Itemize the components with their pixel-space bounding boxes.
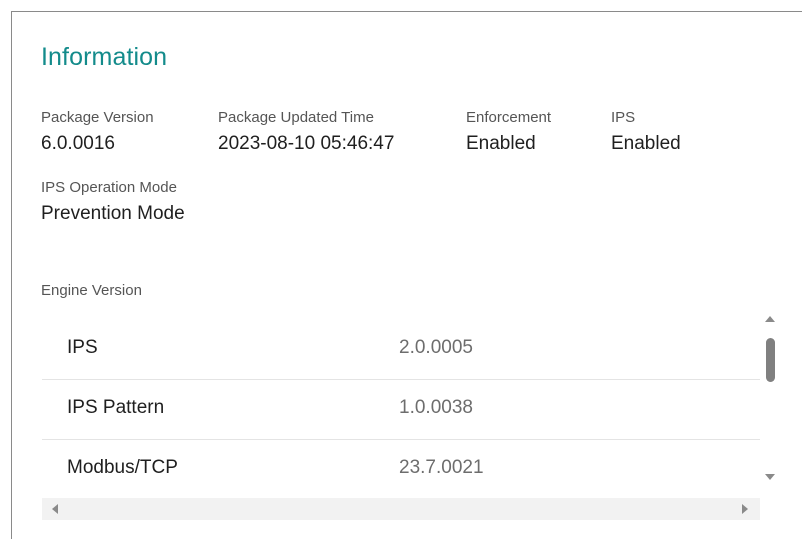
- enforcement-label: Enforcement: [466, 109, 552, 126]
- package-updated-time-label: Package Updated Time: [218, 109, 374, 126]
- information-panel: Information Package Version 6.0.0016 Pac…: [11, 11, 802, 539]
- ips-label: IPS: [611, 109, 636, 126]
- vertical-scrollbar[interactable]: [762, 308, 776, 498]
- vertical-scroll-thumb[interactable]: [766, 338, 775, 382]
- table-row: Modbus/TCP 23.7.0021: [42, 440, 760, 498]
- package-updated-time-value: 2023-08-10 05:46:47: [218, 133, 395, 154]
- scroll-up-icon[interactable]: [765, 316, 775, 322]
- horizontal-scrollbar[interactable]: [42, 498, 760, 520]
- engine-name-cell: IPS Pattern: [67, 397, 165, 418]
- engine-version-cell: 23.7.0021: [399, 457, 484, 478]
- package-version-value: 6.0.0016: [41, 133, 115, 154]
- package-version-field: Package Version 6.0.0016: [41, 108, 154, 156]
- engine-version-table: IPS 2.0.0005 IPS Pattern 1.0.0038 Modbus…: [42, 308, 776, 520]
- enforcement-field: Enforcement Enabled: [466, 108, 551, 156]
- engine-version-cell: 1.0.0038: [399, 397, 473, 418]
- table-row: IPS Pattern 1.0.0038: [42, 380, 760, 440]
- engine-name-cell: Modbus/TCP: [67, 457, 178, 478]
- package-updated-time-field: Package Updated Time 2023-08-10 05:46:47: [218, 108, 394, 156]
- package-version-label: Package Version: [41, 109, 154, 126]
- engine-version-cell: 2.0.0005: [399, 337, 473, 358]
- ips-operation-mode-label: IPS Operation Mode: [41, 179, 177, 196]
- scroll-right-icon[interactable]: [742, 504, 748, 514]
- scroll-down-icon[interactable]: [765, 474, 775, 480]
- ips-field: IPS Enabled: [611, 108, 681, 156]
- ips-value: Enabled: [611, 133, 681, 154]
- scroll-left-icon[interactable]: [52, 504, 58, 514]
- engine-name-cell: IPS: [67, 337, 98, 358]
- engine-version-rows: IPS 2.0.0005 IPS Pattern 1.0.0038 Modbus…: [42, 320, 760, 498]
- section-title: Information: [41, 43, 168, 71]
- ips-operation-mode-field: IPS Operation Mode Prevention Mode: [41, 178, 185, 226]
- ips-operation-mode-value: Prevention Mode: [41, 203, 185, 224]
- table-row: IPS 2.0.0005: [42, 320, 760, 380]
- enforcement-value: Enabled: [466, 133, 536, 154]
- engine-version-label: Engine Version: [41, 282, 142, 299]
